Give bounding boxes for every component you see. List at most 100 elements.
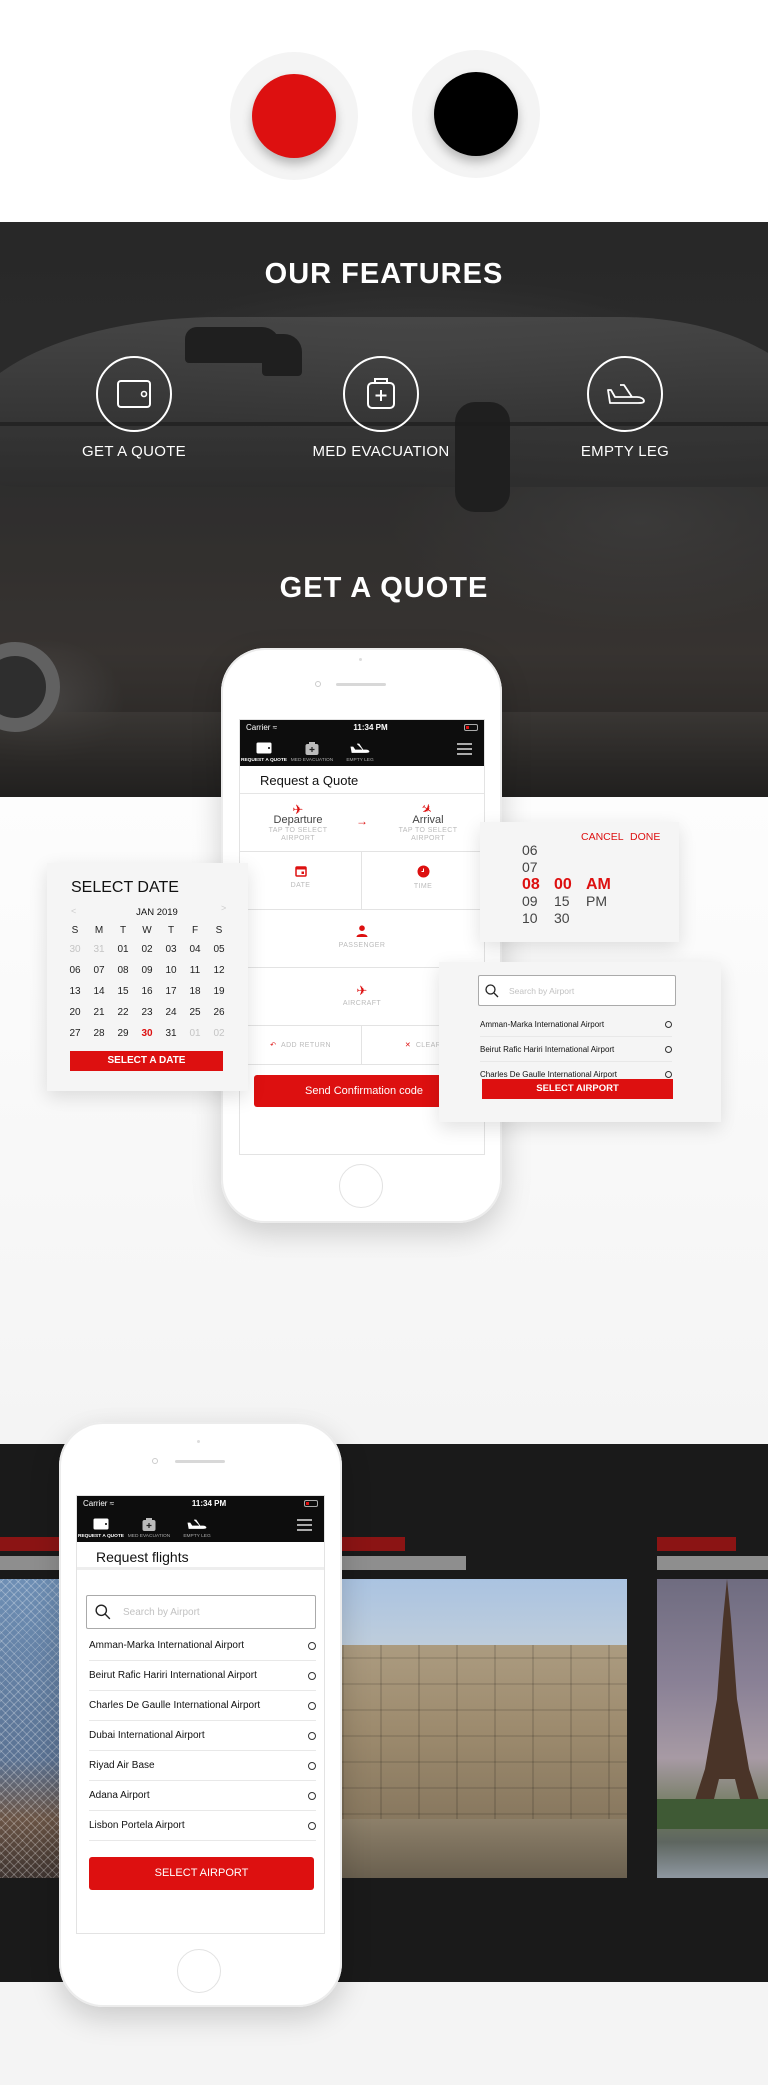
radio-button[interactable] bbox=[308, 1641, 316, 1650]
airport-list-item[interactable]: Adana Airport bbox=[89, 1781, 316, 1811]
airport-list-item[interactable]: Beirut Rafic Hariri International Airpor… bbox=[480, 1037, 672, 1062]
calendar-day[interactable]: 22 bbox=[111, 1002, 135, 1023]
airport-list-item[interactable]: Beirut Rafic Hariri International Airpor… bbox=[89, 1661, 316, 1691]
time-field[interactable]: TIME bbox=[362, 852, 484, 909]
cancel-button[interactable]: CANCEL bbox=[581, 831, 624, 843]
add-return-button[interactable]: ↶ ADD RETURN bbox=[240, 1025, 362, 1065]
tab-label: MED EVACUATION bbox=[127, 1534, 171, 1539]
done-button[interactable]: DONE bbox=[630, 831, 660, 843]
feature-med-evacuation[interactable]: MED EVACUATION bbox=[281, 356, 481, 460]
calendar-day[interactable]: 21 bbox=[87, 1002, 111, 1023]
calendar-day[interactable]: 19 bbox=[207, 981, 231, 1002]
calendar-day[interactable]: 08 bbox=[111, 960, 135, 981]
radio-button[interactable] bbox=[308, 1731, 316, 1740]
calendar-day[interactable]: 06 bbox=[63, 960, 87, 981]
minute-selected[interactable]: 00 bbox=[554, 876, 572, 893]
hour-option[interactable]: 07 bbox=[522, 859, 540, 876]
tab-request-a-quote[interactable]: REQUEST A QUOTE bbox=[240, 740, 288, 763]
calendar-day[interactable]: 29 bbox=[111, 1023, 135, 1044]
calendar-day[interactable]: 18 bbox=[183, 981, 207, 1002]
calendar-day[interactable]: 25 bbox=[183, 1002, 207, 1023]
airport-list-item[interactable]: Dubai International Airport bbox=[89, 1721, 316, 1751]
calendar-day[interactable]: 14 bbox=[87, 981, 111, 1002]
calendar-day[interactable]: 05 bbox=[207, 939, 231, 960]
calendar-day[interactable]: 31 bbox=[159, 1023, 183, 1044]
select-airport-button[interactable]: SELECT AIRPORT bbox=[482, 1079, 673, 1099]
calendar-day[interactable]: 03 bbox=[159, 939, 183, 960]
airport-name: Amman-Marka International Airport bbox=[89, 1640, 245, 1651]
tab-med-evacuation[interactable]: MED EVACUATION bbox=[288, 740, 336, 763]
hour-column[interactable]: 06 07 08 09 10 bbox=[522, 842, 540, 927]
airport-search-input[interactable]: Search by Airport bbox=[478, 975, 676, 1006]
calendar-day[interactable]: 04 bbox=[183, 939, 207, 960]
calendar-day[interactable]: 28 bbox=[87, 1023, 111, 1044]
radio-button[interactable] bbox=[665, 1071, 672, 1078]
radio-button[interactable] bbox=[308, 1671, 316, 1680]
calendar-day[interactable]: 01 bbox=[183, 1023, 207, 1044]
departure-field[interactable]: ✈ Departure TAP TO SELECT AIRPORT bbox=[248, 802, 348, 843]
select-date-button[interactable]: SELECT A DATE bbox=[70, 1051, 223, 1071]
hour-selected[interactable]: 08 bbox=[522, 876, 540, 893]
radio-button[interactable] bbox=[308, 1821, 316, 1830]
calendar-day[interactable]: 02 bbox=[135, 939, 159, 960]
date-field[interactable]: DATE bbox=[240, 852, 362, 909]
tab-empty-leg[interactable]: EMPTY LEG bbox=[336, 740, 384, 763]
feature-get-a-quote[interactable]: GET A QUOTE bbox=[34, 356, 234, 460]
calendar-day[interactable]: 17 bbox=[159, 981, 183, 1002]
calendar-day[interactable]: 30 bbox=[63, 939, 87, 960]
radio-button[interactable] bbox=[665, 1045, 672, 1053]
tab-request-a-quote[interactable]: REQUEST A QUOTE bbox=[77, 1516, 125, 1539]
minute-option[interactable]: 15 bbox=[554, 893, 572, 910]
prev-month-button[interactable]: < bbox=[71, 906, 76, 916]
passenger-field[interactable]: PASSENGER bbox=[240, 910, 484, 968]
arrival-field[interactable]: ✈ Arrival TAP TO SELECT AIRPORT bbox=[378, 800, 478, 843]
tab-label: MED EVACUATION bbox=[290, 758, 334, 763]
select-airport-button[interactable]: SELECT AIRPORT bbox=[89, 1857, 314, 1890]
period-option[interactable]: PM bbox=[586, 893, 611, 910]
calendar-day[interactable]: 12 bbox=[207, 960, 231, 981]
minute-column[interactable]: 00 15 30 bbox=[554, 876, 572, 927]
period-selected[interactable]: AM bbox=[586, 876, 611, 893]
calendar-day[interactable]: 01 bbox=[111, 939, 135, 960]
radio-button[interactable] bbox=[308, 1761, 316, 1770]
hamburger-icon[interactable] bbox=[297, 1519, 312, 1534]
airport-list-item[interactable]: Amman-Marka International Airport bbox=[89, 1631, 316, 1661]
date-picker-popup: SELECT DATE < JAN 2019 > S M T W T F S 30 31 01 02… bbox=[47, 863, 248, 1091]
tab-empty-leg[interactable]: EMPTY LEG bbox=[173, 1516, 221, 1539]
hour-option[interactable]: 10 bbox=[522, 910, 540, 927]
airport-name: Beirut Rafic Hariri International Airpor… bbox=[89, 1670, 257, 1681]
radio-button[interactable] bbox=[308, 1701, 316, 1710]
airport-list-item[interactable]: Lisbon Portela Airport bbox=[89, 1811, 316, 1841]
calendar-day[interactable]: 24 bbox=[159, 1002, 183, 1023]
calendar-day[interactable]: 10 bbox=[159, 960, 183, 981]
route-row: ✈ Departure TAP TO SELECT AIRPORT → ✈ Ar… bbox=[240, 794, 484, 852]
calendar-day[interactable]: 20 bbox=[63, 1002, 87, 1023]
tab-label: REQUEST A QUOTE bbox=[77, 1534, 125, 1539]
radio-button[interactable] bbox=[308, 1791, 316, 1800]
calendar-day[interactable]: 09 bbox=[135, 960, 159, 981]
hamburger-icon[interactable] bbox=[457, 743, 472, 758]
calendar-day[interactable]: 27 bbox=[63, 1023, 87, 1044]
next-month-button[interactable]: > bbox=[221, 903, 226, 913]
minute-option[interactable]: 30 bbox=[554, 910, 572, 927]
airport-list-item[interactable]: Charles De Gaulle International Airport bbox=[89, 1691, 316, 1721]
airport-list-item[interactable]: Riyad Air Base bbox=[89, 1751, 316, 1781]
hour-option[interactable]: 09 bbox=[522, 893, 540, 910]
calendar-day[interactable]: 26 bbox=[207, 1002, 231, 1023]
calendar-day[interactable]: 07 bbox=[87, 960, 111, 981]
calendar-day[interactable]: 23 bbox=[135, 1002, 159, 1023]
tab-med-evacuation[interactable]: MED EVACUATION bbox=[125, 1516, 173, 1539]
airport-search-input[interactable]: Search by Airport bbox=[86, 1595, 316, 1629]
calendar-day[interactable]: 31 bbox=[87, 939, 111, 960]
calendar-day[interactable]: 13 bbox=[63, 981, 87, 1002]
feature-empty-leg[interactable]: EMPTY LEG bbox=[525, 356, 725, 460]
radio-button[interactable] bbox=[665, 1020, 672, 1028]
calendar-day[interactable]: 11 bbox=[183, 960, 207, 981]
hour-option[interactable]: 06 bbox=[522, 842, 540, 859]
calendar-day[interactable]: 16 bbox=[135, 981, 159, 1002]
calendar-day[interactable]: 15 bbox=[111, 981, 135, 1002]
airport-list-item[interactable]: Amman-Marka International Airport bbox=[480, 1012, 672, 1037]
period-column[interactable]: AM PM bbox=[586, 876, 611, 910]
calendar-day[interactable]: 02 bbox=[207, 1023, 231, 1044]
calendar-day-selected[interactable]: 30 bbox=[135, 1023, 159, 1044]
